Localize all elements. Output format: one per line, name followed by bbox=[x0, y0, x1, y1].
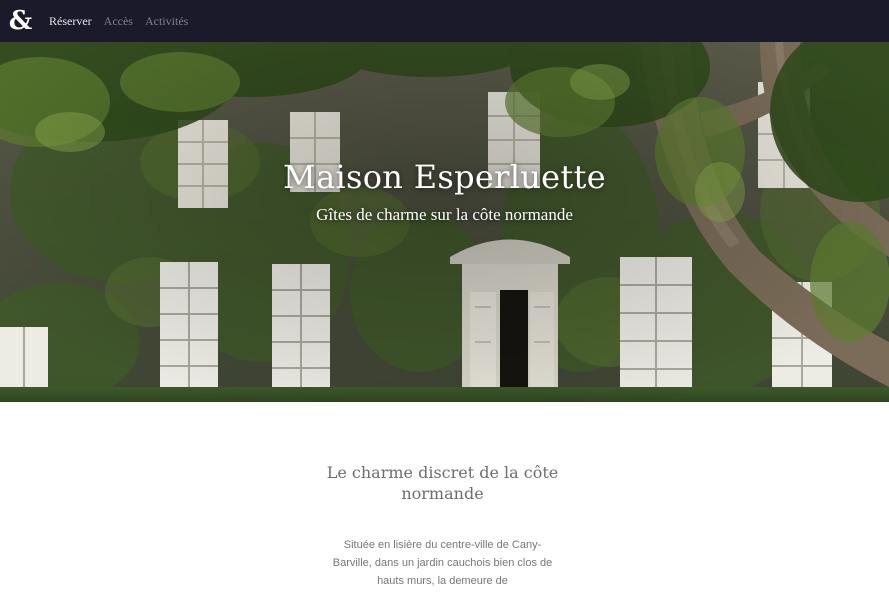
intro-paragraph: Située en lisière du centre-ville de Can… bbox=[332, 539, 553, 587]
intro-section: Le charme discret de la côte normande Si… bbox=[0, 402, 889, 593]
site-tagline: Gîtes de charme sur la côte normande bbox=[316, 205, 573, 224]
hero-banner: Maison Esperluette Gîtes de charme sur l… bbox=[0, 42, 889, 402]
nav-link-acces[interactable]: Accès bbox=[104, 14, 133, 29]
nav-link-reserver[interactable]: Réserver bbox=[49, 14, 92, 29]
hero-text: Maison Esperluette Gîtes de charme sur l… bbox=[0, 152, 889, 228]
site-title: Maison Esperluette bbox=[283, 158, 606, 196]
nav-link-activites[interactable]: Activités bbox=[145, 14, 188, 29]
ampersand-logo[interactable]: & bbox=[9, 8, 32, 34]
intro-heading: Le charme discret de la côte normande bbox=[326, 463, 559, 503]
top-navbar: & Réserver Accès Activités bbox=[0, 0, 889, 42]
main-nav: Réserver Accès Activités bbox=[49, 14, 200, 29]
